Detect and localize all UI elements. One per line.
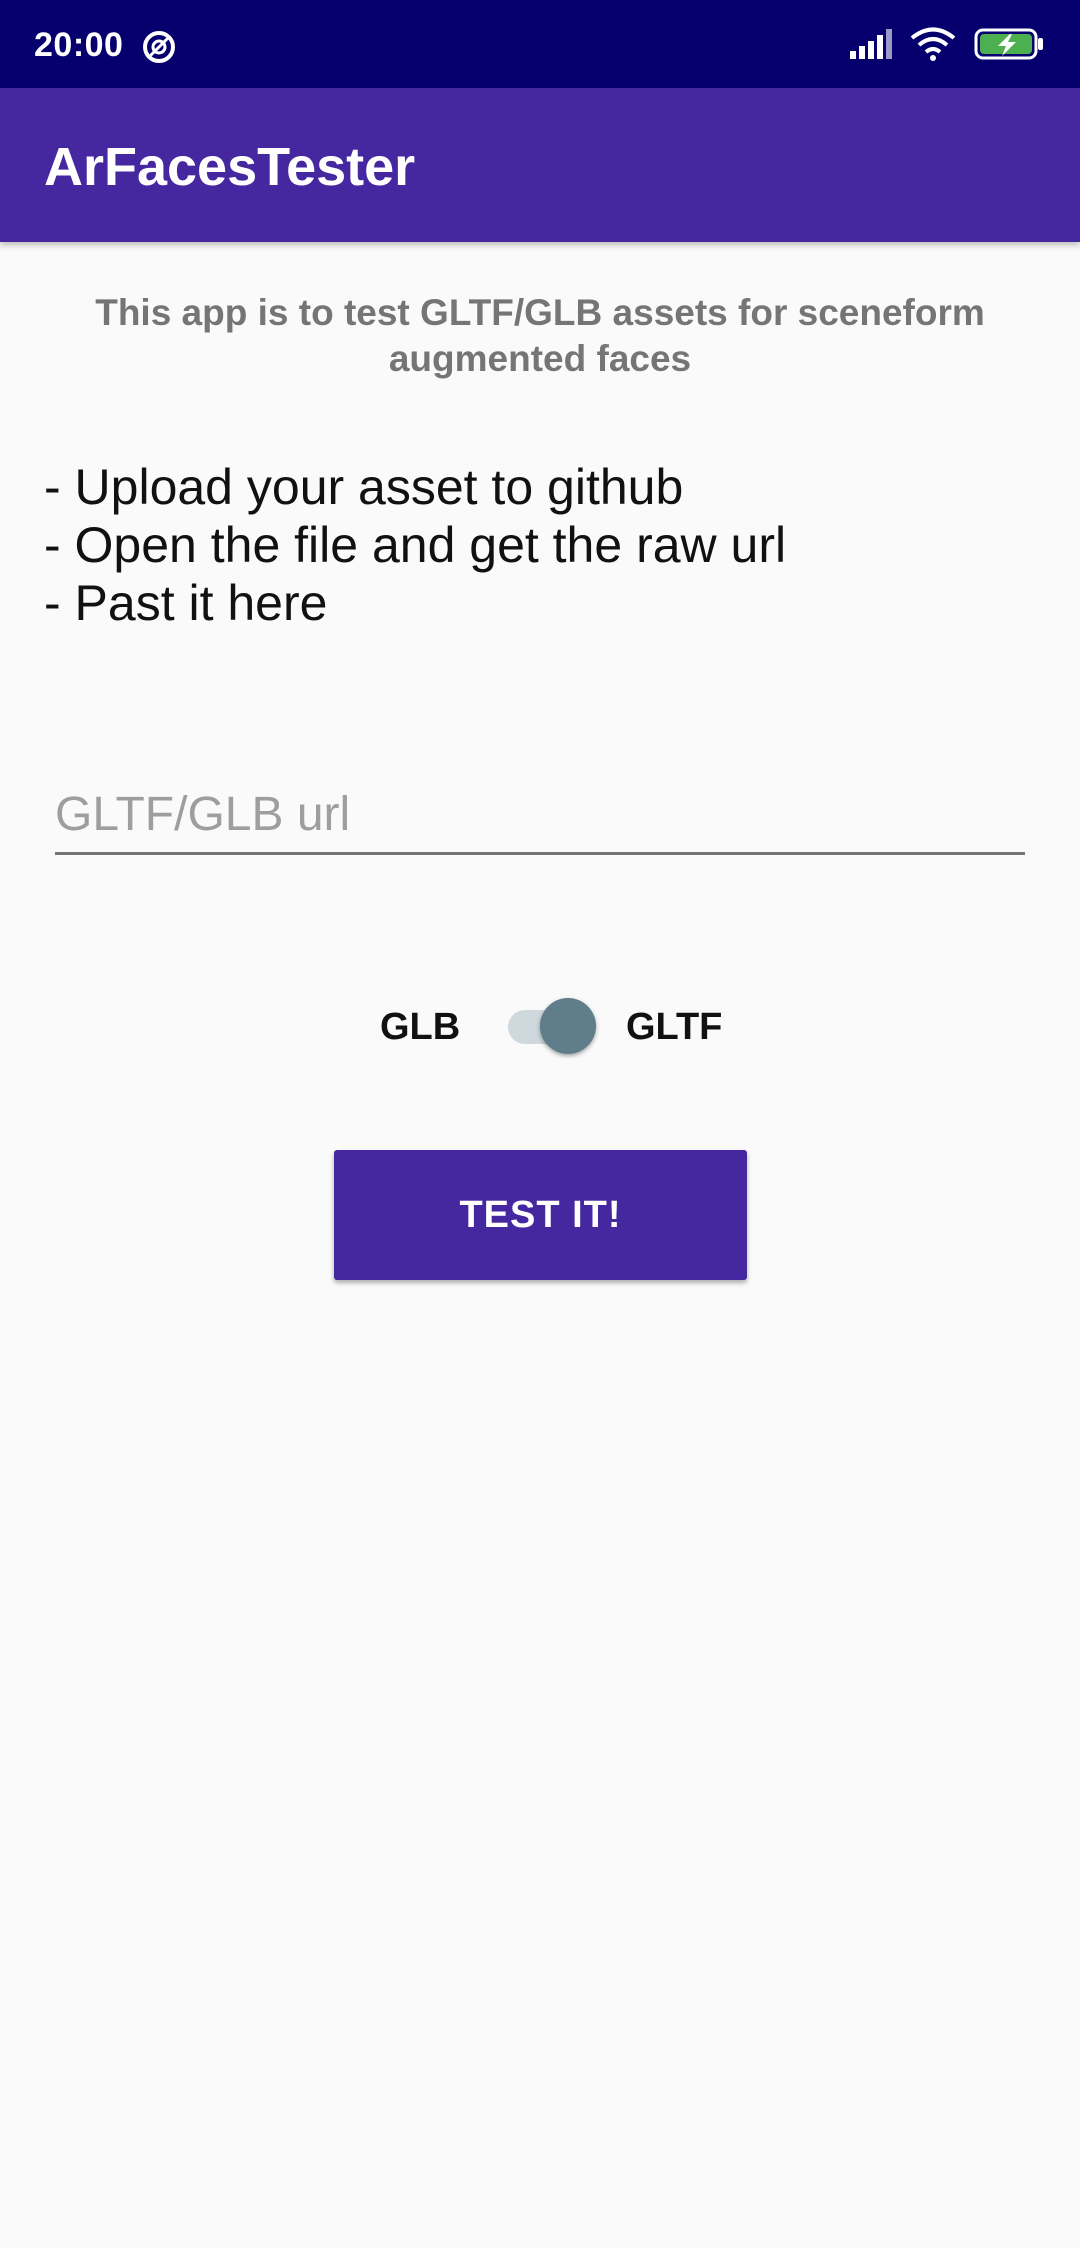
do-not-disturb-icon [142, 30, 176, 64]
test-it-button[interactable]: TEST IT! [334, 1150, 747, 1280]
status-time: 20:00 [34, 26, 124, 64]
glb-label: GLB [380, 1006, 461, 1048]
switch-thumb [540, 998, 596, 1054]
instruction-line: - Past it here [44, 575, 328, 631]
status-icons [850, 26, 1044, 66]
gltf-label: GLTF [626, 1006, 723, 1048]
instructions: - Upload your asset to github - Open the… [44, 458, 1044, 632]
signal-icon [850, 28, 892, 64]
format-switch[interactable] [504, 998, 596, 1054]
format-toggle-row: GLB GLTF [0, 990, 1080, 1060]
instruction-line: - Upload your asset to github [44, 459, 684, 515]
app-title: ArFacesTester [44, 137, 416, 197]
instruction-line: - Open the file and get the raw url [44, 517, 787, 573]
url-input[interactable] [55, 776, 1025, 855]
wifi-icon [910, 27, 956, 66]
battery-charging-icon [974, 28, 1044, 65]
app-bar: ArFacesTester [0, 88, 1080, 242]
intro-text: This app is to test GLTF/GLB assets for … [95, 292, 985, 379]
status-bar: 20:00 [0, 0, 1080, 88]
